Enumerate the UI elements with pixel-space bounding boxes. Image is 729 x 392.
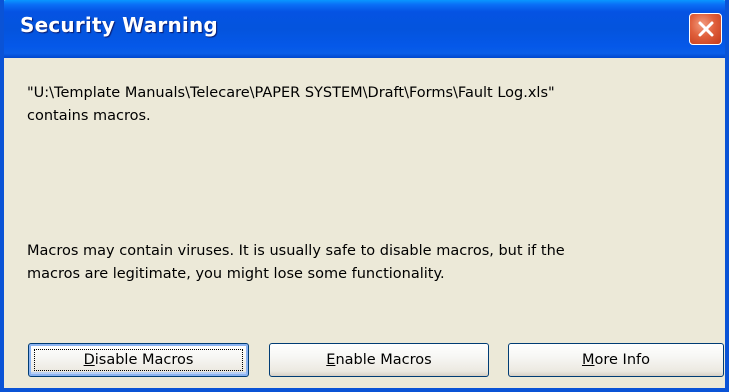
dialog-title: Security Warning <box>20 13 218 37</box>
warning-line-2: macros are legitimate, you might lose so… <box>27 266 445 282</box>
close-icon <box>698 21 713 37</box>
enable-macros-label: Enable Macros <box>326 352 432 368</box>
warning-line-1: Macros may contain viruses. It is usuall… <box>27 243 565 259</box>
title-bar[interactable]: Security Warning <box>4 0 725 58</box>
virus-warning-message: Macros may contain viruses. It is usuall… <box>27 240 565 286</box>
disable-macros-label: Disable Macros <box>83 352 194 368</box>
close-button[interactable] <box>689 13 722 45</box>
more-info-label: More Info <box>581 352 650 368</box>
security-warning-dialog: Security Warning "U:\Template Manuals\Te… <box>0 0 729 392</box>
disable-macros-button[interactable]: Disable Macros <box>28 343 249 377</box>
more-info-button[interactable]: More Info <box>508 343 724 377</box>
contains-macros-text: contains macros. <box>27 108 151 124</box>
file-path-text: "U:\Template Manuals\Telecare\PAPER SYST… <box>27 85 555 101</box>
macro-file-message: "U:\Template Manuals\Telecare\PAPER SYST… <box>27 82 555 128</box>
enable-macros-button[interactable]: Enable Macros <box>269 343 489 377</box>
